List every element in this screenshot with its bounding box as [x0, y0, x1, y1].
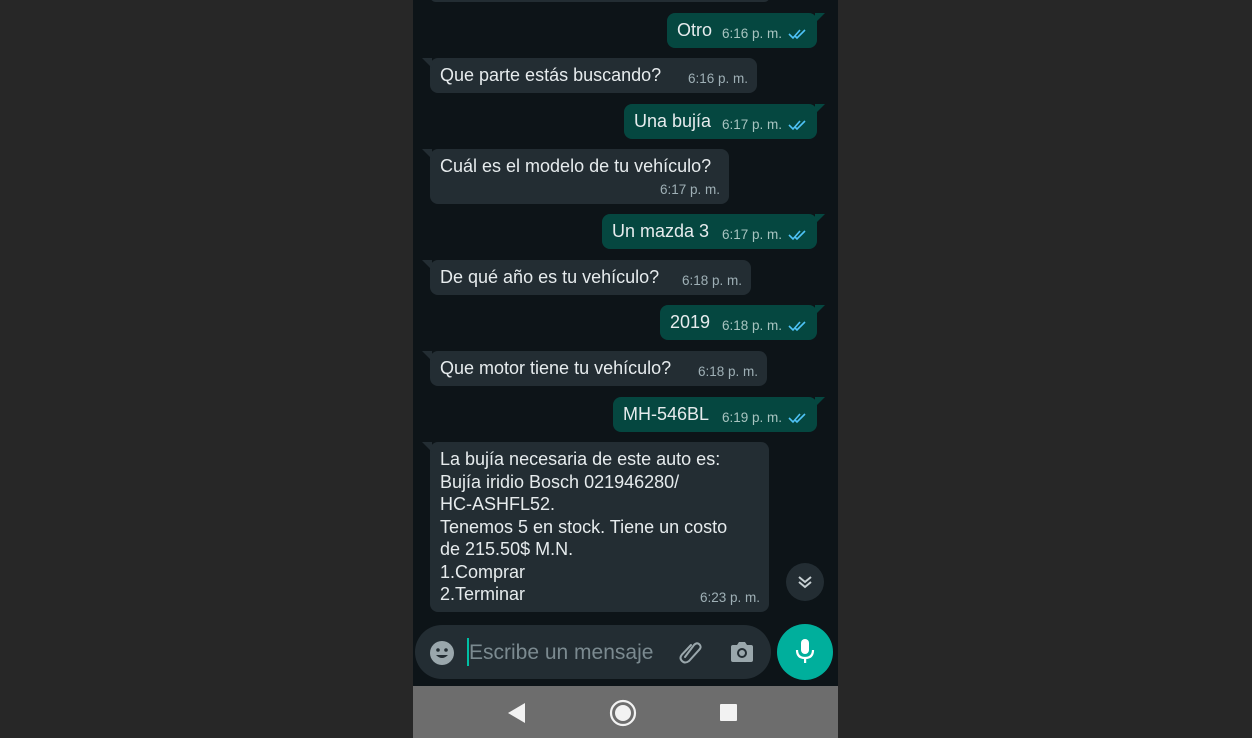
double-chevron-down-icon: [798, 576, 812, 589]
message-text: Una bujía: [634, 111, 712, 131]
message-meta: 6:16 p. m.: [722, 26, 808, 42]
message-text: Otro: [677, 20, 713, 40]
message-input[interactable]: Escribe un mensaje: [469, 641, 653, 665]
message-text: De qué año es tu vehículo?: [440, 267, 660, 287]
message-text: Cuál es el modelo de tu vehículo?: [440, 156, 712, 176]
incoming-message[interactable]: De qué año es tu vehículo? 6:18 p. m.: [422, 260, 751, 295]
message-composer[interactable]: Escribe un mensaje: [415, 625, 771, 679]
camera-icon[interactable]: [729, 639, 755, 665]
message-text: Que motor tiene tu vehículo?: [440, 358, 672, 378]
circle-home-icon[interactable]: [609, 699, 637, 727]
message-text: MH-546BL: [623, 404, 710, 424]
message-time: 6:16 p. m.: [721, 26, 782, 41]
message-time: 6:19 p. m.: [721, 410, 782, 425]
double-check-icon: [788, 230, 806, 241]
message-text: Un mazda 3: [612, 221, 710, 241]
outgoing-message[interactable]: 2019 6:18 p. m.: [660, 305, 825, 340]
message-time: 6:18 p. m.: [721, 318, 782, 333]
message-text: 2019: [670, 312, 711, 332]
message-text: Que parte estás buscando?: [440, 65, 662, 85]
chat-area[interactable]: Otro 6:16 p. m. Que parte estás buscando…: [413, 0, 838, 620]
outgoing-message[interactable]: MH-546BL 6:19 p. m.: [613, 397, 825, 432]
outgoing-message[interactable]: Una bujía 6:17 p. m.: [624, 104, 825, 139]
incoming-message[interactable]: Cuál es el modelo de tu vehículo? 6:17 p…: [422, 149, 729, 204]
message-time: 6:17 p. m.: [659, 182, 720, 197]
outgoing-message[interactable]: Un mazda 3 6:17 p. m.: [602, 214, 825, 249]
message-meta: 6:17 p. m.: [722, 117, 808, 133]
message-meta: 6:17 p. m.: [722, 227, 808, 243]
message-text: La bujía necesaria de este auto es: Bují…: [440, 449, 728, 604]
message-time: 6:18 p. m.: [697, 364, 758, 379]
phone-screen: Otro 6:16 p. m. Que parte estás buscando…: [413, 0, 838, 738]
message-meta: 6:18 p. m.: [722, 318, 808, 334]
message-time: 6:18 p. m.: [681, 273, 742, 288]
square-recents-icon[interactable]: [720, 704, 737, 721]
paperclip-icon[interactable]: [677, 639, 703, 665]
previous-message-fragment: [430, 0, 770, 2]
android-navigation-bar: [413, 686, 838, 738]
message-time: 6:16 p. m.: [687, 71, 748, 86]
message-time: 6:23 p. m.: [699, 590, 760, 605]
triangle-back-icon[interactable]: [507, 702, 527, 724]
voice-message-button[interactable]: [777, 624, 833, 680]
incoming-message[interactable]: La bujía necesaria de este auto es: Bují…: [422, 442, 769, 612]
outgoing-message[interactable]: Otro 6:16 p. m.: [667, 13, 825, 48]
double-check-icon: [788, 413, 806, 424]
message-time: 6:17 p. m.: [721, 117, 782, 132]
message-meta: 6:19 p. m.: [722, 410, 808, 426]
scroll-to-bottom-button[interactable]: [786, 563, 824, 601]
incoming-message[interactable]: Que motor tiene tu vehículo? 6:18 p. m.: [422, 351, 767, 386]
message-time: 6:17 p. m.: [721, 227, 782, 242]
emoji-icon[interactable]: [429, 640, 455, 666]
microphone-icon: [795, 639, 815, 663]
double-check-icon: [788, 120, 806, 131]
double-check-icon: [788, 29, 806, 40]
incoming-message[interactable]: Que parte estás buscando? 6:16 p. m.: [422, 58, 757, 93]
double-check-icon: [788, 321, 806, 332]
